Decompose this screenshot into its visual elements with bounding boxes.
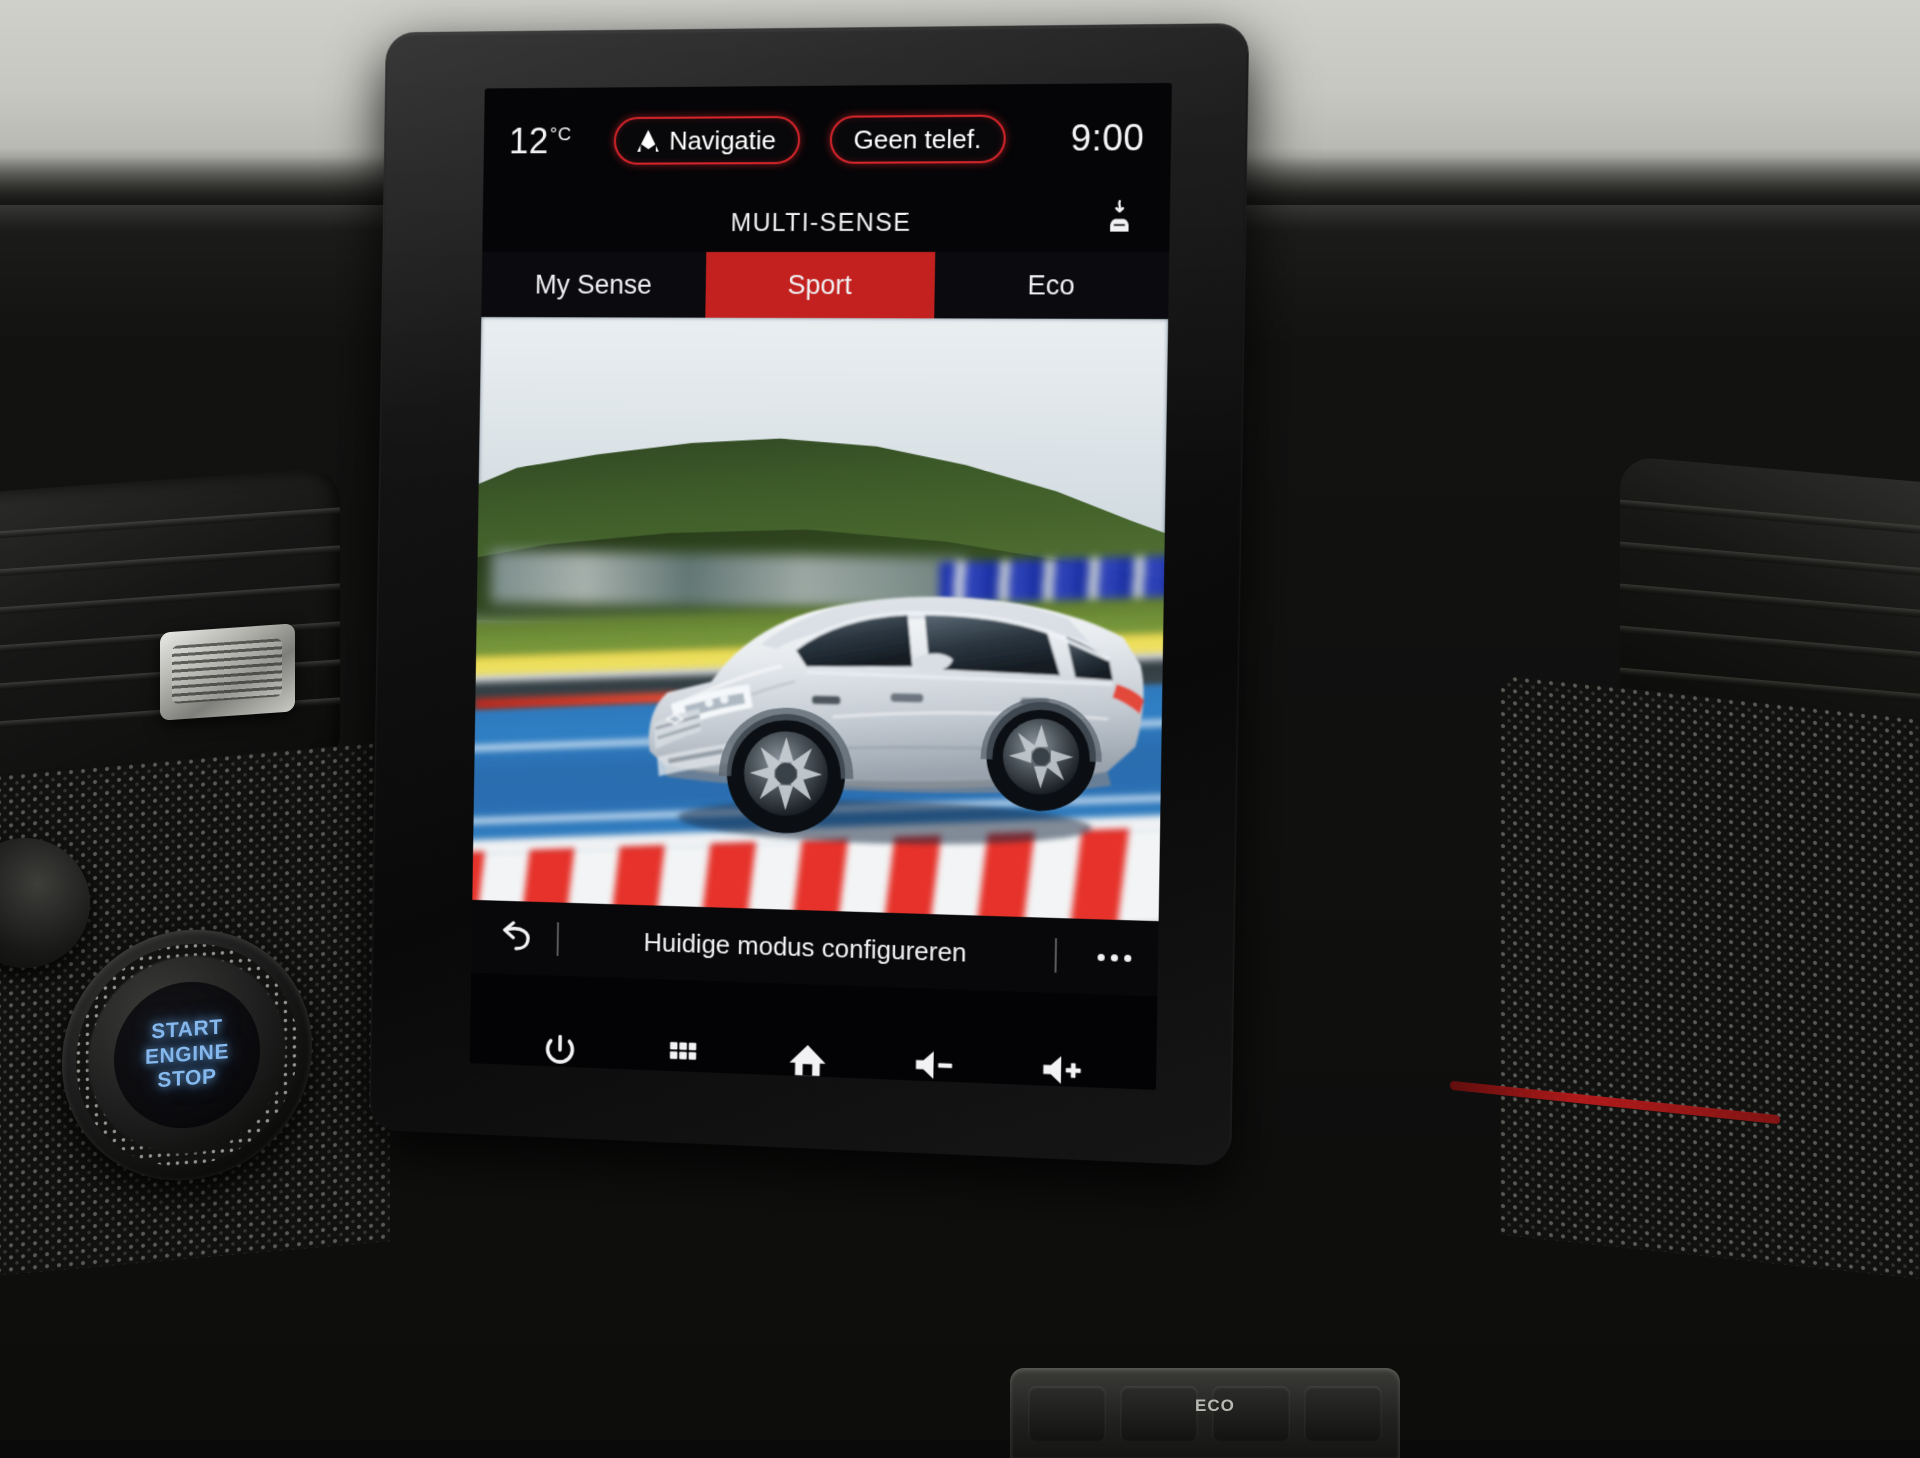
navigation-pill[interactable]: Navigatie [614,116,800,165]
status-bar: 12°C Navigatie Geen telef. 9:00 [483,83,1172,195]
mode-tabs: My Sense Sport Eco [481,252,1169,319]
navigation-arrow-icon [638,130,660,152]
action-bar-divider-left [557,922,559,956]
clock: 9:00 [1070,117,1144,160]
tab-sport[interactable]: Sport [705,252,935,318]
tab-eco[interactable]: Eco [934,252,1169,319]
console-eco-badge: ECO [1195,1396,1235,1416]
tab-my-sense-label: My Sense [535,269,652,300]
infotainment-bezel: 12°C Navigatie Geen telef. 9:00 MULTI-SE… [369,23,1249,1166]
left-vent-chrome-control[interactable] [160,623,295,720]
screen-header: MULTI-SENSE [482,193,1170,252]
outside-temperature: 12°C [509,120,572,162]
start-label-line3: STOP [157,1066,216,1093]
temperature-value: 12 [509,121,549,162]
tab-eco-label: Eco [1027,270,1075,301]
infotainment-screen[interactable]: 12°C Navigatie Geen telef. 9:00 MULTI-SE… [470,83,1172,1090]
back-arrow-icon[interactable] [497,920,536,955]
action-bar-divider-right [1054,938,1057,972]
phone-status-pill[interactable]: Geen telef. [829,115,1006,164]
page-title: MULTI-SENSE [730,208,911,237]
car-dashboard: START ENGINE STOP ECO 12°C Navigatie [0,0,1920,1440]
start-label-line1: START [151,1016,222,1044]
tab-sport-label: Sport [787,269,852,300]
tab-my-sense[interactable]: My Sense [481,252,706,318]
phone-pill-label: Geen telef. [853,123,981,155]
temperature-unit: °C [550,124,572,145]
climate-airflow-car-icon[interactable] [1106,199,1133,236]
configure-mode-button[interactable]: Huidige modus configureren [580,924,1033,970]
hero-car-image [607,499,1151,878]
navigation-pill-label: Navigatie [669,125,776,156]
mode-hero-image [472,317,1168,921]
more-options-icon[interactable] [1098,953,1132,961]
right-trim-panel [1500,675,1920,1285]
